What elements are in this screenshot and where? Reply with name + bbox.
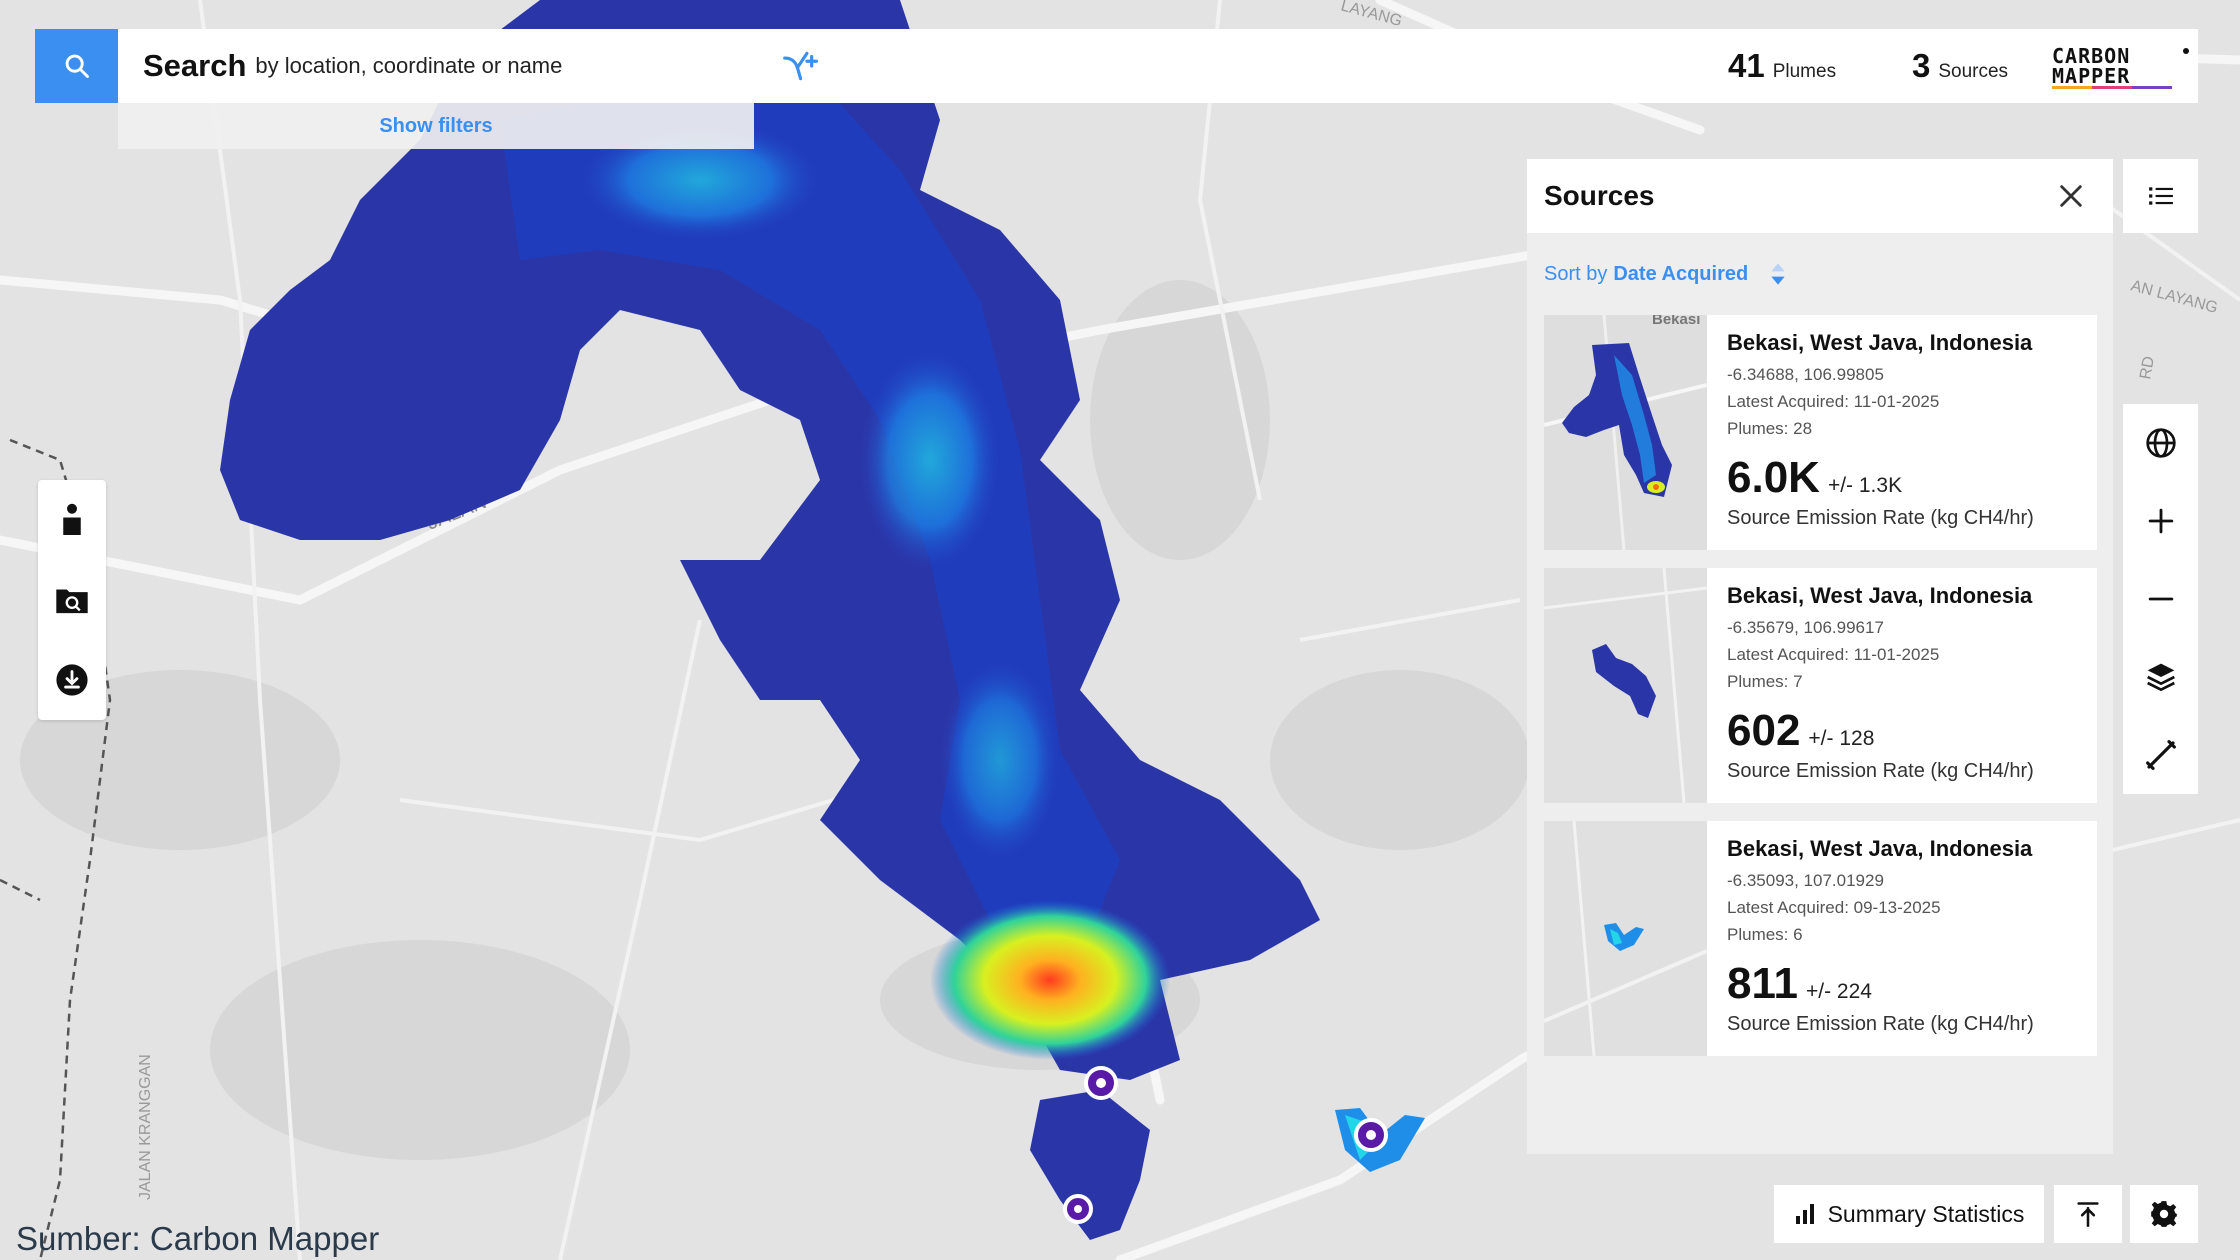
- source-acquired: Latest Acquired: 11-01-2025: [1727, 645, 1940, 664]
- sort-control[interactable]: Sort by Date Acquired: [1527, 233, 2113, 315]
- list-view-button[interactable]: [2123, 159, 2198, 233]
- download-icon: [56, 664, 88, 696]
- panel-title: Sources: [1544, 180, 1655, 211]
- show-filters-link[interactable]: Show filters: [379, 115, 492, 138]
- left-toolbar: [38, 480, 106, 720]
- layers-icon: [2146, 663, 2175, 692]
- person-icon: [63, 503, 81, 535]
- sort-value[interactable]: Date Acquired: [1613, 263, 1748, 286]
- source-thumbnail: [1544, 821, 1707, 1056]
- path-mode-icon[interactable]: [774, 41, 824, 91]
- download-button[interactable]: [38, 640, 106, 720]
- source-thumbnail: [1544, 568, 1707, 803]
- person-tool-button[interactable]: [38, 480, 106, 560]
- zoom-in-button[interactable]: [2123, 482, 2198, 560]
- search-bar[interactable]: Search by location, coordinate or name 4…: [118, 29, 2198, 103]
- measure-icon: [2145, 740, 2176, 770]
- source-title: Bekasi, West Java, Indonesia: [1727, 836, 2033, 861]
- settings-button[interactable]: [2130, 1185, 2198, 1243]
- source-thumbnail: Bekasi: [1544, 315, 1707, 550]
- source-plumes: Plumes: 28: [1727, 419, 1813, 438]
- source-caption: Sumber: Carbon Mapper: [16, 1220, 380, 1257]
- globe-icon: [2145, 428, 2176, 458]
- sources-panel-header: Sources: [1527, 159, 2113, 233]
- source-acquired: Latest Acquired: 09-13-2025: [1727, 898, 1941, 917]
- search-label: Search: [143, 48, 247, 83]
- emission-rate-label: Source Emission Rate (kg CH4/hr): [1727, 507, 2034, 529]
- source-card[interactable]: Bekasi Bekasi, West Java, Indonesia -6.3…: [1544, 315, 2097, 550]
- pin-icon: [2077, 1202, 2099, 1227]
- list-icon: [2148, 187, 2173, 205]
- pin-button[interactable]: [2054, 1185, 2122, 1243]
- summary-statistics-label: Summary Statistics: [1827, 1200, 2025, 1227]
- search-button[interactable]: [35, 29, 118, 103]
- emission-rate: 6.0K: [1727, 453, 1820, 502]
- source-acquired: Latest Acquired: 11-01-2025: [1727, 392, 1940, 411]
- search-icon: [65, 54, 89, 78]
- emission-rate-label: Source Emission Rate (kg CH4/hr): [1727, 1013, 2034, 1035]
- emission-uncertainty: +/- 224: [1805, 980, 1872, 1003]
- zoom-out-icon: [2148, 597, 2173, 601]
- source-marker[interactable]: [1084, 1066, 1118, 1100]
- source-title: Bekasi, West Java, Indonesia: [1727, 583, 2033, 608]
- source-plumes: Plumes: 6: [1727, 925, 1803, 944]
- zoom-out-button[interactable]: [2123, 560, 2198, 638]
- close-icon: [2060, 185, 2082, 207]
- sources-panel: Sources Sort by Date Acquired Bekasi Bek…: [1527, 159, 2113, 1154]
- measure-button[interactable]: [2123, 716, 2198, 794]
- layers-button[interactable]: [2123, 638, 2198, 716]
- emission-rate: 602: [1727, 706, 1801, 755]
- globe-button[interactable]: [2123, 404, 2198, 482]
- plumes-count: 41 Plumes: [1728, 47, 1837, 84]
- bar-chart-icon: [1795, 1204, 1814, 1224]
- sort-icon: [1771, 263, 1785, 285]
- source-card[interactable]: Bekasi, West Java, Indonesia -6.35679, 1…: [1544, 568, 2097, 803]
- zoom-in-icon: [2148, 508, 2173, 534]
- carbon-mapper-logo[interactable]: CARBON MAPPER: [2048, 41, 2193, 91]
- source-coords: -6.34688, 106.99805: [1727, 365, 1884, 384]
- emission-uncertainty: +/- 1.3K: [1827, 474, 1903, 497]
- filters-strip: Show filters: [118, 103, 754, 149]
- emission-uncertainty: +/- 128: [1808, 727, 1875, 750]
- sort-label: Sort by: [1544, 262, 1608, 285]
- source-coords: -6.35093, 107.01929: [1727, 871, 1884, 890]
- svg-text:JALAN KRANGGAN: JALAN KRANGGAN: [137, 1054, 154, 1200]
- sources-count: 3 Sources: [1912, 47, 2009, 84]
- source-card[interactable]: Bekasi, West Java, Indonesia -6.35093, 1…: [1544, 821, 2097, 1056]
- saved-searches-button[interactable]: [38, 560, 106, 640]
- emission-rate: 811: [1727, 959, 1798, 1008]
- source-plumes: Plumes: 7: [1727, 672, 1803, 691]
- emission-rate-label: Source Emission Rate (kg CH4/hr): [1727, 760, 2034, 782]
- search-input[interactable]: by location, coordinate or name: [255, 53, 562, 79]
- summary-statistics-button[interactable]: Summary Statistics: [1774, 1185, 2044, 1243]
- source-marker[interactable]: [1063, 1194, 1093, 1224]
- source-coords: -6.35679, 106.99617: [1727, 618, 1884, 637]
- svg-text:MAPPER: MAPPER: [2052, 64, 2130, 88]
- svg-text:Bekasi: Bekasi: [1652, 315, 1700, 328]
- gear-icon: [2151, 1201, 2177, 1227]
- source-marker[interactable]: [1354, 1118, 1388, 1152]
- close-panel-button[interactable]: [2051, 176, 2091, 216]
- source-title: Bekasi, West Java, Indonesia: [1727, 330, 2033, 355]
- folder-search-icon: [56, 589, 88, 614]
